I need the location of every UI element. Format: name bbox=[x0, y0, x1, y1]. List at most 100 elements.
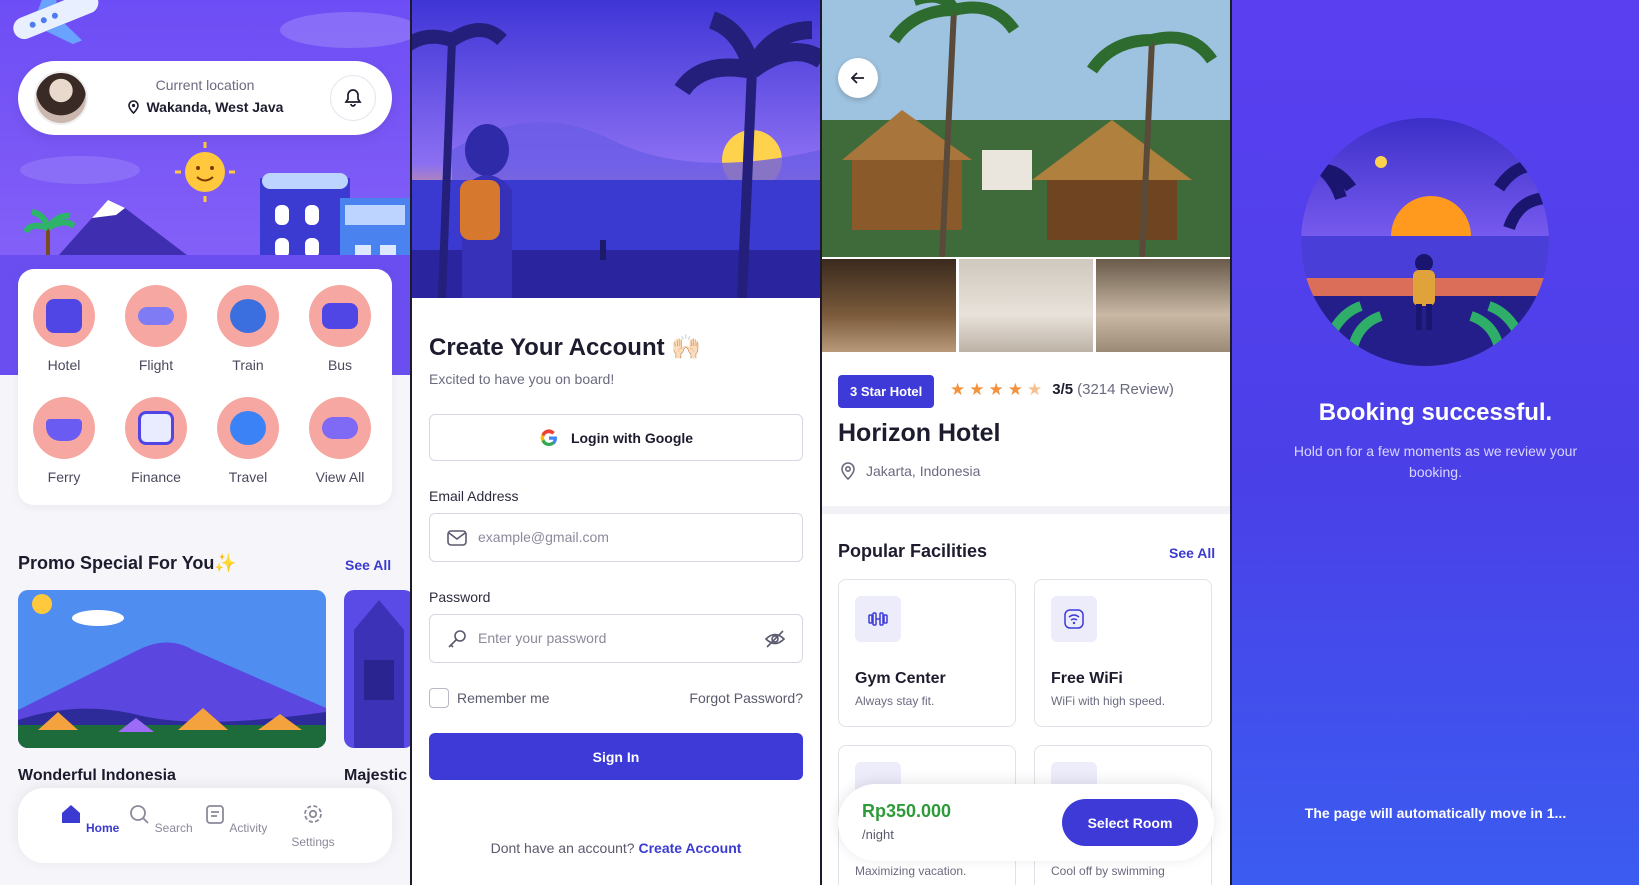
no-account-text: Dont have an account? bbox=[490, 840, 635, 856]
category-label: Travel bbox=[228, 469, 268, 485]
nav-activity[interactable]: Activity bbox=[200, 802, 270, 835]
hotel-name: Horizon Hotel bbox=[838, 419, 1001, 447]
search-icon bbox=[130, 805, 149, 824]
nav-label: Activity bbox=[229, 821, 268, 835]
dumbbell-icon bbox=[855, 596, 901, 642]
google-login-label: Login with Google bbox=[570, 429, 694, 446]
category-label: Finance bbox=[131, 469, 181, 485]
facility-subtitle: WiFi with high speed. bbox=[1051, 694, 1166, 708]
mail-icon bbox=[447, 530, 467, 546]
nav-settings[interactable]: Settings bbox=[278, 802, 348, 849]
facility-subtitle: Maximizing vacation. bbox=[855, 864, 967, 878]
eye-off-icon[interactable] bbox=[764, 628, 786, 650]
review-count: (3214 Review) bbox=[1077, 381, 1174, 398]
home-icon bbox=[61, 805, 80, 823]
location-pin-icon bbox=[127, 100, 139, 115]
ferry-icon bbox=[33, 397, 95, 459]
category-label: Hotel bbox=[47, 357, 81, 373]
promo-title: Majestic bbox=[344, 767, 408, 784]
password-placeholder: Enter your password bbox=[478, 630, 607, 646]
current-location-card[interactable]: Current location Wakanda, West Java bbox=[18, 61, 392, 135]
hotel-main-photo[interactable] bbox=[822, 0, 1230, 257]
facility-subtitle: Cool off by swimming bbox=[1051, 864, 1165, 878]
arrow-left-icon bbox=[850, 72, 864, 84]
settings-icon bbox=[304, 805, 322, 823]
facility-card-gym[interactable]: Gym Center Always stay fit. bbox=[838, 579, 1016, 727]
bus-icon bbox=[309, 285, 371, 347]
price-value: Rp350.000 bbox=[862, 801, 952, 821]
remember-label: Remember me bbox=[457, 690, 550, 706]
signup-hero-illustration bbox=[412, 0, 820, 298]
category-finance[interactable]: Finance bbox=[116, 397, 196, 485]
promo-title: Wonderful Indonesia bbox=[18, 767, 176, 784]
promo-image bbox=[18, 590, 326, 748]
category-travel[interactable]: Travel bbox=[208, 397, 288, 485]
nav-label: Search bbox=[154, 821, 193, 835]
category-bus[interactable]: Bus bbox=[300, 285, 380, 373]
promo-see-all-link[interactable]: See All bbox=[345, 557, 391, 573]
signup-title: Create Your Account 🙌🏻 bbox=[429, 334, 702, 361]
location-value-text: Wakanda, West Java bbox=[146, 99, 284, 115]
nav-label: Settings bbox=[291, 835, 335, 849]
bell-icon bbox=[344, 89, 362, 107]
hotel-icon bbox=[33, 285, 95, 347]
hotel-photo-thumbnails bbox=[822, 259, 1230, 352]
google-login-button[interactable]: Login with Google bbox=[429, 414, 803, 461]
category-train[interactable]: Train bbox=[208, 285, 288, 373]
success-title: Booking successful. bbox=[1318, 399, 1553, 426]
signup-subtitle: Excited to have you on board! bbox=[429, 371, 615, 387]
remember-checkbox[interactable] bbox=[429, 688, 449, 708]
forgot-password-link[interactable]: Forgot Password? bbox=[689, 690, 803, 706]
price-unit: /night bbox=[862, 827, 894, 842]
back-button[interactable] bbox=[838, 58, 878, 98]
nav-label: Home bbox=[86, 821, 120, 835]
hotel-star-badge: 3 Star Hotel bbox=[838, 375, 935, 408]
category-view-all[interactable]: View All bbox=[300, 397, 380, 485]
create-account-prompt: Dont have an account? Create Account bbox=[412, 840, 820, 856]
booking-success-screen: Booking successful. Hold on for a few mo… bbox=[1232, 0, 1639, 885]
nav-home[interactable]: Home bbox=[54, 802, 124, 835]
star-icon: ★ bbox=[988, 380, 1004, 399]
category-label: View All bbox=[315, 469, 365, 485]
rating-row: ★ ★ ★ ★ ★ 3/5 (3214 Review) bbox=[950, 381, 1174, 398]
promo-card-wonderful-indonesia[interactable] bbox=[18, 590, 326, 748]
room-thumbnail[interactable] bbox=[959, 259, 1093, 352]
nav-search[interactable]: Search bbox=[125, 802, 195, 835]
home-screen: Current location Wakanda, West Java Hote… bbox=[0, 0, 410, 885]
sign-in-button[interactable]: Sign In bbox=[429, 733, 803, 780]
travel-icon bbox=[217, 397, 279, 459]
promo-card-majestic[interactable] bbox=[344, 590, 410, 748]
facility-subtitle: Always stay fit. bbox=[855, 694, 935, 708]
facilities-see-all-link[interactable]: See All bbox=[1169, 545, 1215, 561]
category-label: Bus bbox=[327, 357, 353, 373]
select-room-button[interactable]: Select Room bbox=[1062, 799, 1198, 846]
activity-icon bbox=[205, 805, 224, 824]
redirect-countdown: The page will automatically move in 1... bbox=[1304, 805, 1567, 821]
email-field[interactable]: example@gmail.com bbox=[429, 513, 803, 562]
star-icon: ★ bbox=[950, 380, 966, 399]
section-divider bbox=[822, 506, 1230, 514]
category-label: Ferry bbox=[47, 469, 81, 485]
category-ferry[interactable]: Ferry bbox=[24, 397, 104, 485]
notification-button[interactable] bbox=[330, 75, 376, 121]
promo-image bbox=[344, 590, 410, 748]
password-field[interactable]: Enter your password bbox=[429, 614, 803, 663]
star-icon: ★ bbox=[969, 380, 985, 399]
email-label: Email Address bbox=[429, 488, 519, 504]
facility-card-wifi[interactable]: Free WiFi WiFi with high speed. bbox=[1034, 579, 1212, 727]
success-illustration bbox=[1301, 118, 1549, 366]
hotel-location-text: Jakarta, Indonesia bbox=[866, 463, 981, 479]
facility-title: Gym Center bbox=[855, 670, 946, 687]
password-label: Password bbox=[429, 589, 491, 605]
hotel-location: Jakarta, Indonesia bbox=[838, 461, 980, 481]
remember-me[interactable]: Remember me bbox=[429, 688, 550, 708]
room-thumbnail[interactable] bbox=[1096, 259, 1230, 352]
room-thumbnail[interactable] bbox=[822, 259, 956, 352]
booking-price-bar: Rp350.000 /night Select Room bbox=[838, 784, 1214, 861]
category-flight[interactable]: Flight bbox=[116, 285, 196, 373]
wifi-icon bbox=[1051, 596, 1097, 642]
location-pin-icon bbox=[841, 462, 855, 481]
create-account-link[interactable]: Create Account bbox=[638, 840, 741, 856]
key-icon bbox=[448, 630, 466, 648]
category-hotel[interactable]: Hotel bbox=[24, 285, 104, 373]
